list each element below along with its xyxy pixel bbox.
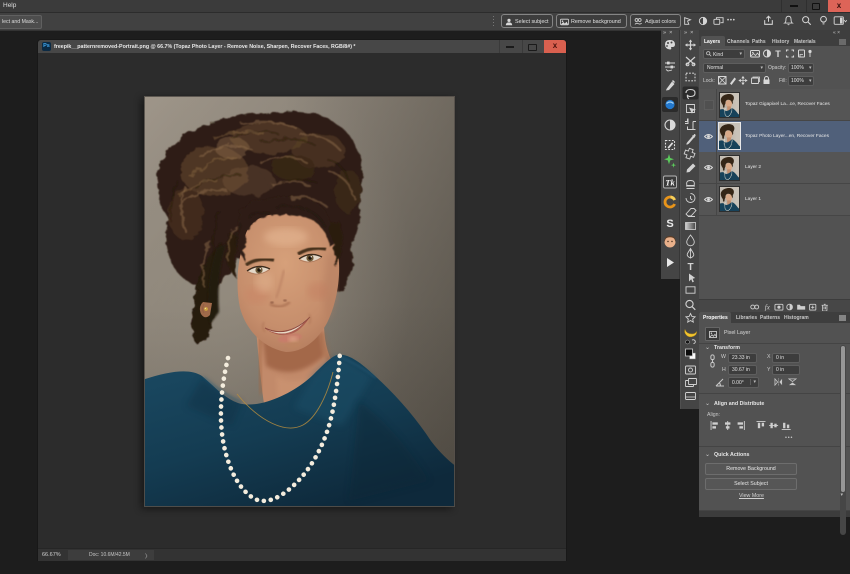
svg-text:T: T: [775, 49, 781, 58]
svg-text:T: T: [687, 262, 693, 273]
svg-text:fx: fx: [765, 304, 771, 311]
svg-text:Tk: Tk: [665, 178, 675, 188]
svg-text:S: S: [666, 218, 673, 230]
